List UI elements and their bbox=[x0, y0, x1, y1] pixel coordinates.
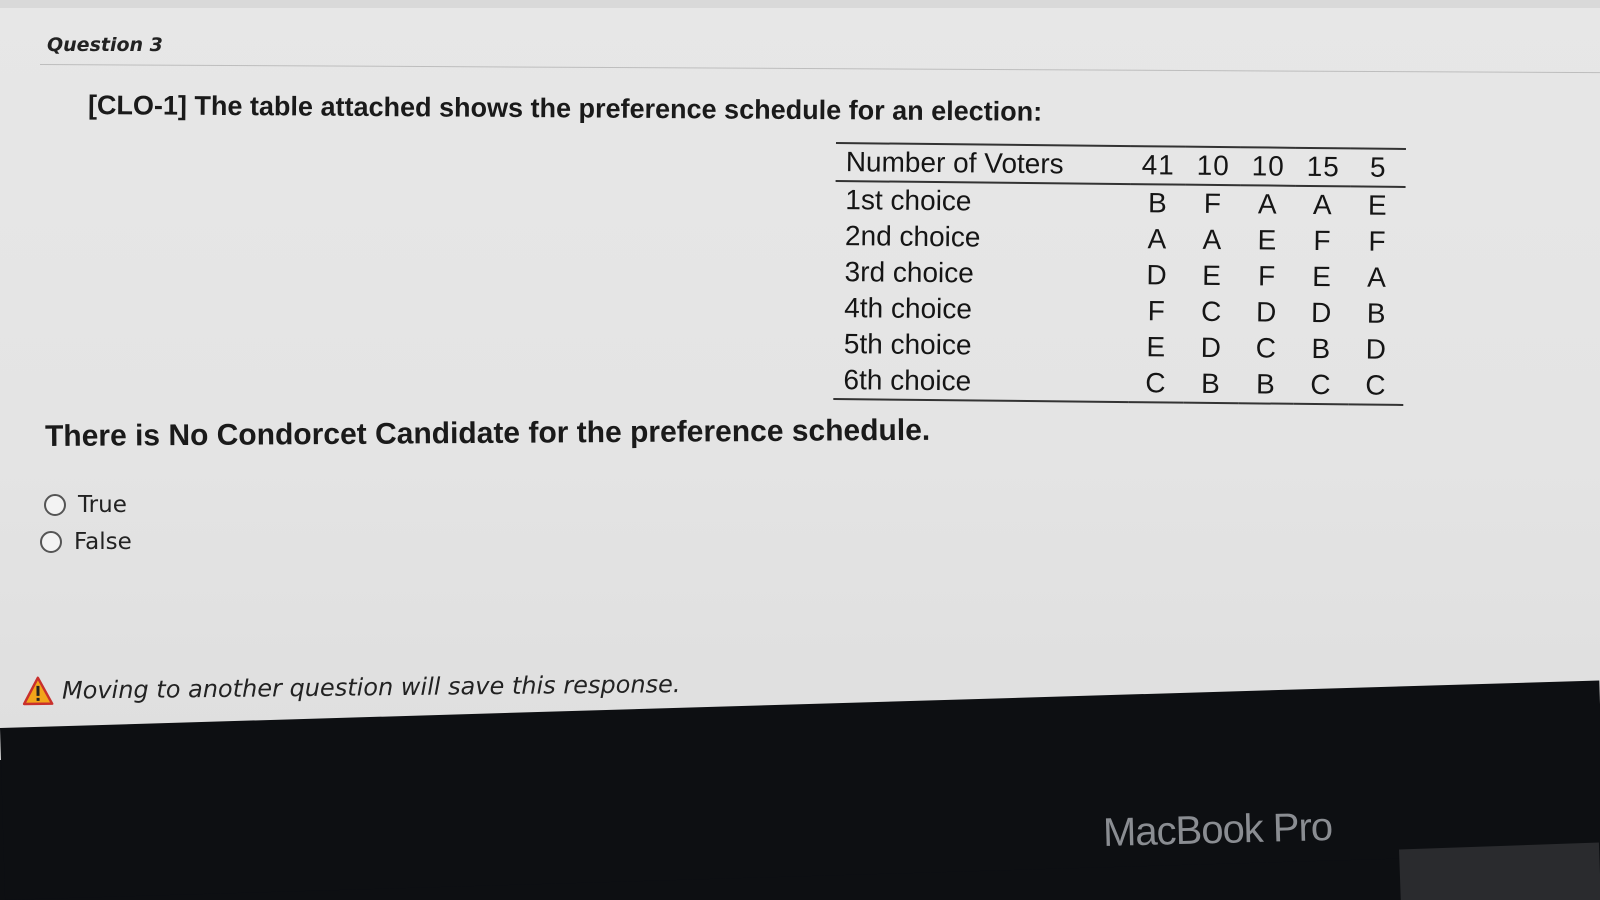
candidate-cell: A bbox=[1202, 223, 1223, 256]
candidate-cell: F bbox=[1313, 225, 1332, 257]
table-row: 3rd choice D E F E A bbox=[834, 254, 1404, 296]
voter-count: 15 bbox=[1306, 150, 1341, 183]
candidate-cell: D bbox=[1255, 296, 1278, 328]
voter-count: 10 bbox=[1251, 150, 1286, 182]
candidate-cell: B bbox=[1147, 187, 1168, 219]
candidate-cell: C bbox=[1255, 332, 1278, 364]
candidate-cell: A bbox=[1257, 188, 1278, 220]
candidate-cell: B bbox=[1200, 367, 1221, 400]
candidate-cell: D bbox=[1310, 296, 1333, 329]
top-strip bbox=[0, 0, 1600, 8]
table-header-row: Number of Voters 41 10 10 15 5 bbox=[835, 142, 1406, 187]
candidate-cell: E bbox=[1367, 189, 1388, 221]
option-true[interactable]: True bbox=[44, 492, 127, 518]
table-row: 5th choice E D C B D bbox=[834, 326, 1404, 368]
voter-count: 41 bbox=[1141, 149, 1176, 181]
preference-table: Number of Voters 41 10 10 15 5 1st choic… bbox=[833, 142, 1406, 406]
header-divider bbox=[39, 64, 1600, 74]
candidate-cell: F bbox=[1368, 225, 1387, 257]
choice-label: 4th choice bbox=[844, 292, 973, 325]
candidate-cell: C bbox=[1200, 295, 1223, 328]
quiz-screen: Question 3 [CLO-1] The table attached sh… bbox=[0, 0, 1600, 900]
bezel-corner bbox=[1399, 842, 1600, 900]
candidate-cell: C bbox=[1310, 368, 1332, 401]
table-row: 4th choice F C D D B bbox=[834, 290, 1404, 332]
candidate-cell: C bbox=[1145, 367, 1167, 399]
choice-label: 3rd choice bbox=[844, 256, 974, 289]
radio-false[interactable] bbox=[40, 531, 62, 553]
candidate-cell: F bbox=[1257, 260, 1277, 292]
choice-label: 5th choice bbox=[843, 328, 972, 361]
candidate-cell: F bbox=[1147, 295, 1166, 327]
question-statement: There is No Condorcet Candidate for the … bbox=[44, 413, 931, 453]
candidate-cell: E bbox=[1257, 224, 1278, 256]
option-true-label: True bbox=[78, 492, 127, 518]
candidate-cell: D bbox=[1365, 333, 1388, 365]
save-warning: Moving to another question will save thi… bbox=[22, 669, 681, 706]
candidate-cell: A bbox=[1367, 261, 1388, 293]
voter-count: 5 bbox=[1369, 151, 1387, 183]
choice-label: 2nd choice bbox=[844, 220, 981, 253]
candidate-cell: F bbox=[1203, 187, 1223, 220]
candidate-cell: B bbox=[1311, 332, 1332, 365]
candidate-cell: C bbox=[1365, 369, 1387, 401]
device-label: MacBook Pro bbox=[1102, 805, 1333, 855]
candidate-cell: D bbox=[1200, 331, 1223, 364]
choice-label: 1st choice bbox=[845, 184, 972, 217]
table-row: 1st choice B F A A E bbox=[835, 181, 1405, 224]
candidate-cell: E bbox=[1146, 331, 1167, 363]
question-header: Question 3 bbox=[47, 34, 163, 56]
candidate-cell: A bbox=[1312, 188, 1333, 221]
candidate-cell: E bbox=[1312, 260, 1333, 293]
save-warning-text: Moving to another question will save thi… bbox=[61, 670, 681, 705]
warning-triangle-icon bbox=[22, 676, 54, 706]
option-false-label: False bbox=[74, 529, 132, 555]
choice-label: 6th choice bbox=[843, 364, 972, 397]
candidate-cell: B bbox=[1255, 368, 1276, 400]
candidate-cell: D bbox=[1146, 259, 1168, 291]
radio-true[interactable] bbox=[44, 494, 66, 516]
preference-table-container: Number of Voters 41 10 10 15 5 1st choic… bbox=[833, 142, 1436, 406]
option-false[interactable]: False bbox=[40, 529, 132, 555]
candidate-cell: E bbox=[1202, 259, 1223, 292]
table-header-label: Number of Voters bbox=[845, 146, 1064, 180]
table-row: 6th choice C B B C C bbox=[833, 361, 1404, 405]
question-prompt: [CLO-1] The table attached shows the pre… bbox=[87, 90, 1043, 127]
table-row: 2nd choice A A E F F bbox=[835, 218, 1405, 260]
candidate-cell: B bbox=[1366, 297, 1387, 329]
candidate-cell: A bbox=[1147, 223, 1168, 255]
voter-count: 10 bbox=[1196, 149, 1231, 182]
